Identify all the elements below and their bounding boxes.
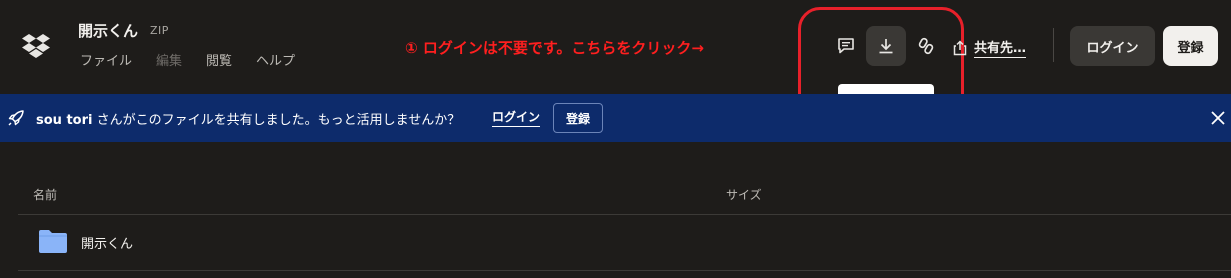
menu-item-help[interactable]: ヘルプ [256, 50, 295, 69]
file-extension: ZIP [150, 24, 169, 37]
menu-item-view[interactable]: 閲覧 [206, 50, 232, 69]
folder-icon [39, 230, 67, 253]
rocket-icon [8, 110, 24, 126]
close-icon[interactable] [1209, 109, 1227, 127]
banner-user: sou tori [36, 113, 93, 128]
banner-text: さんがこのファイルを共有しました。もっと活用しませんか？ [92, 113, 461, 128]
share-label: 共有先… [974, 37, 1027, 58]
share-banner: sou tori さんがこのファイルを共有しました。もっと活用しませんか？ ログ… [0, 94, 1231, 142]
menu-item-file[interactable]: ファイル [80, 50, 132, 69]
top-bar: 開示くん ZIP ファイル 編集 閲覧 ヘルプ ① ログインは不要です。こちらを… [0, 0, 1231, 131]
table-row[interactable]: 開示くん [18, 214, 1231, 271]
table-header: 名前 サイズ [18, 172, 1231, 215]
menu-bar: ファイル 編集 閲覧 ヘルプ [80, 50, 319, 69]
dropbox-logo-icon[interactable] [22, 34, 50, 58]
annotation-text: ① ログインは不要です。こちらをクリック→ [405, 39, 704, 57]
row-file-name: 開示くん [81, 237, 134, 252]
share-button[interactable]: 共有先… [952, 37, 1027, 58]
column-header-size[interactable]: サイズ [726, 186, 762, 203]
header-divider [1053, 28, 1054, 62]
banner-message: sou tori さんがこのファイルを共有しました。もっと活用しませんか？ [36, 109, 460, 128]
banner-login-link[interactable]: ログイン [492, 108, 541, 127]
menu-item-edit: 編集 [156, 54, 183, 69]
banner-signup-button[interactable]: 登録 [553, 103, 603, 133]
share-icon [953, 39, 967, 55]
column-header-name[interactable]: 名前 [33, 186, 57, 203]
login-button[interactable]: ログイン [1070, 26, 1155, 66]
signup-button[interactable]: 登録 [1163, 26, 1218, 66]
file-title: 開示くん [78, 22, 139, 40]
